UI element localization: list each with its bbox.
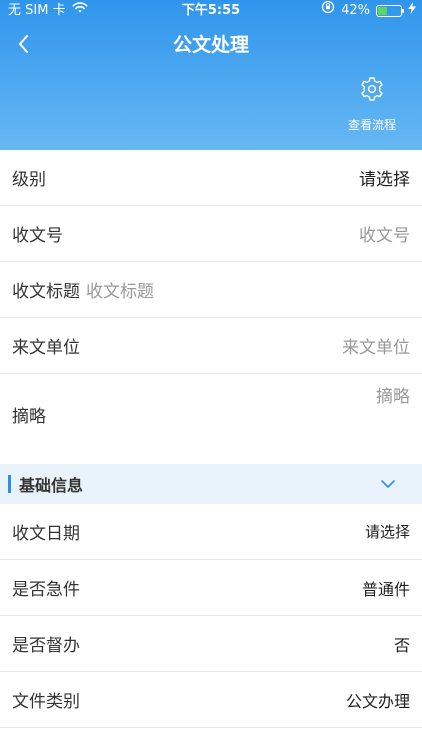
receipt-title-label: 收文标题 (12, 282, 80, 302)
abstract-textarea[interactable]: 摘略 (376, 382, 410, 407)
battery-icon (376, 5, 404, 17)
abstract-label: 摘略 (12, 407, 46, 427)
status-right: 42% (321, 0, 416, 22)
form-content: 级别 请选择 收文号 收文号 收文标题 收文标题 来文单位 来文单位 摘略 摘略… (0, 150, 422, 728)
view-flow-label: 查看流程 (347, 118, 396, 132)
urgent-row[interactable]: 是否急件 普通件 (0, 560, 422, 616)
basic-info-title: 基础信息 (19, 476, 84, 495)
page-title: 公文处理 (172, 34, 249, 56)
level-select[interactable]: 请选择 (359, 165, 410, 190)
status-bar: 无 SIM 卡 下午5:55 42% (0, 0, 422, 22)
supervise-label: 是否督办 (12, 636, 80, 656)
receipt-date-select[interactable]: 请选择 (365, 521, 410, 542)
level-label: 级别 (12, 170, 46, 190)
charging-bolt-icon (408, 0, 416, 22)
nav-bar: 公文处理 (0, 24, 422, 64)
receipt-title-input[interactable]: 收文标题 (86, 277, 154, 302)
gear-icon (359, 76, 385, 102)
supervise-select[interactable]: 否 (394, 632, 410, 656)
urgent-label: 是否急件 (12, 580, 80, 600)
sender-unit-row[interactable]: 来文单位 来文单位 (0, 318, 422, 374)
section-accent-bar (8, 475, 11, 493)
receipt-no-input[interactable]: 收文号 (359, 221, 410, 246)
header: 无 SIM 卡 下午5:55 42% 公文处理 查看流程 (0, 0, 422, 150)
supervise-row[interactable]: 是否督办 否 (0, 616, 422, 672)
receipt-date-row[interactable]: 收文日期 请选择 (0, 504, 422, 560)
level-row[interactable]: 级别 请选择 (0, 150, 422, 206)
battery-fill (378, 7, 388, 15)
abstract-row[interactable]: 摘略 摘略 (0, 374, 422, 464)
view-flow-button[interactable]: 查看流程 (340, 76, 404, 133)
battery-percent: 42% (341, 3, 370, 18)
file-category-select[interactable]: 公文办理 (346, 688, 410, 712)
receipt-date-label: 收文日期 (12, 524, 80, 544)
chevron-down-icon[interactable] (378, 474, 398, 494)
receipt-title-row[interactable]: 收文标题 收文标题 (0, 262, 422, 318)
receipt-no-row[interactable]: 收文号 收文号 (0, 206, 422, 262)
basic-info-header[interactable]: 基础信息 (0, 464, 422, 504)
file-category-row[interactable]: 文件类别 公文办理 (0, 672, 422, 728)
sender-unit-label: 来文单位 (12, 338, 80, 358)
receipt-no-label: 收文号 (12, 226, 63, 246)
sender-unit-input[interactable]: 来文单位 (342, 333, 410, 358)
file-category-label: 文件类别 (12, 692, 80, 712)
rotation-lock-icon (321, 0, 335, 22)
urgent-select[interactable]: 普通件 (362, 576, 410, 600)
